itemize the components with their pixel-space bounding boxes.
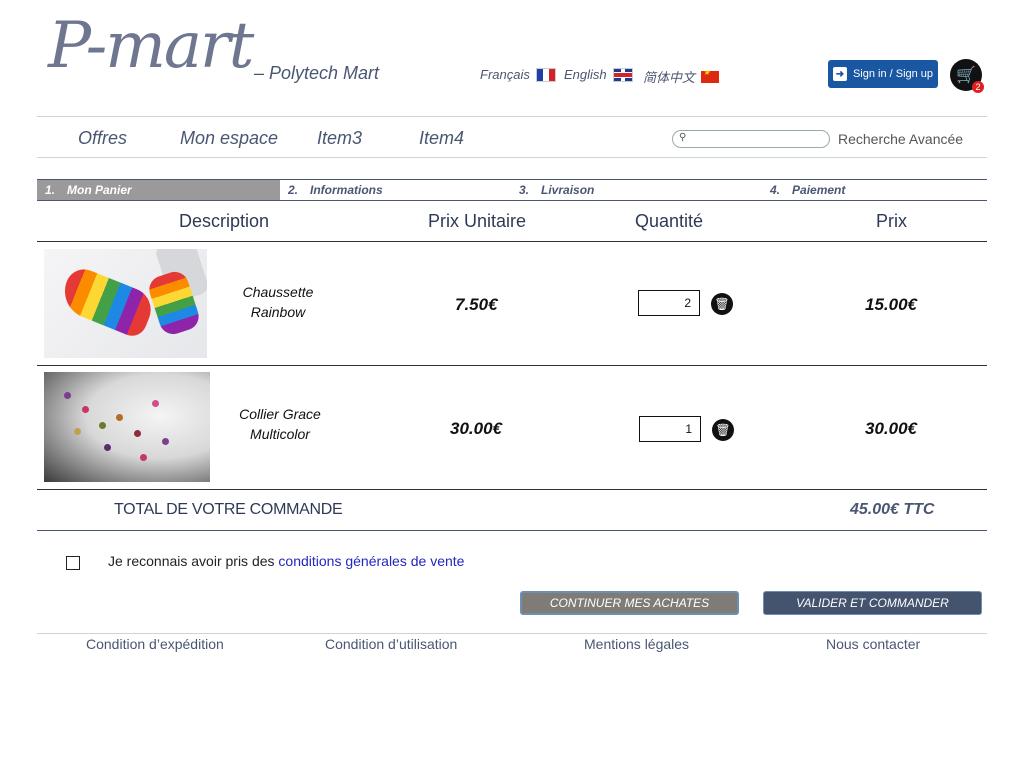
bead-shape xyxy=(64,392,71,399)
nav-offres[interactable]: Offres xyxy=(78,128,127,149)
total-value: 45.00€ TTC xyxy=(850,501,935,518)
divider xyxy=(37,116,987,117)
checkout-steps: 1. Mon Panier 2. Informations 3. Livraison … xyxy=(37,179,987,201)
header-quantity: Quantité xyxy=(635,211,704,231)
nav-item3[interactable]: Item3 xyxy=(317,128,362,149)
bead-shape xyxy=(74,428,81,435)
quantity-input[interactable]: 1 xyxy=(639,416,701,442)
step-label: Informations xyxy=(310,183,383,197)
user-login-icon: ➜ xyxy=(832,67,847,81)
search-icon: ⚲ xyxy=(679,132,687,143)
trash-icon: 🗑 xyxy=(714,297,730,311)
bead-shape xyxy=(162,438,169,445)
delete-button[interactable]: 🗑 xyxy=(712,419,734,441)
bead-shape xyxy=(104,444,111,451)
header-price: Prix xyxy=(876,211,907,231)
continue-shopping-button[interactable]: CONTINUER MES ACHATES xyxy=(520,591,739,615)
lang-english[interactable]: English xyxy=(564,67,633,82)
product-name[interactable]: Collier Grace Multicolor xyxy=(224,404,336,444)
footer-link-contact[interactable]: Nous contacter xyxy=(826,636,920,652)
step-label: Mon Panier xyxy=(67,183,132,197)
france-flag-icon xyxy=(535,67,556,82)
product-name-line: Rainbow xyxy=(250,304,306,320)
cart-count-badge: 2 xyxy=(972,81,984,93)
search-input[interactable]: ⚲ xyxy=(672,130,830,148)
terms-link[interactable]: conditions générales de vente xyxy=(278,553,464,569)
product-name[interactable]: Chaussette Rainbow xyxy=(222,282,334,322)
divider xyxy=(37,157,987,158)
lang-label: English xyxy=(564,67,607,82)
footer-link-expedition[interactable]: Condition d’expédition xyxy=(86,636,224,652)
delete-button[interactable]: 🗑 xyxy=(711,293,733,315)
step-informations: 2. Informations xyxy=(280,180,383,200)
logo[interactable]: P-mart xyxy=(48,14,254,78)
validate-order-button[interactable]: VALIDER ET COMMANDER xyxy=(763,591,982,615)
step-label: Livraison xyxy=(541,183,595,197)
header-unit-price: Prix Unitaire xyxy=(428,211,527,231)
site-subtitle: – Polytech Mart xyxy=(254,63,380,83)
step-number: 1. xyxy=(45,183,56,197)
quantity-input[interactable]: 2 xyxy=(638,290,700,316)
table-divider xyxy=(37,489,987,490)
step-number: 2. xyxy=(288,183,299,197)
signin-button[interactable]: ➜ Sign in / Sign up xyxy=(828,60,938,88)
unit-price: 7.50€ xyxy=(455,295,498,314)
product-name-line: Collier Grace xyxy=(239,406,321,422)
line-price: 15.00€ xyxy=(865,295,917,314)
nav-mon-espace[interactable]: Mon espace xyxy=(180,128,278,149)
total-label: TOTAL DE VOTRE COMMANDE xyxy=(114,501,343,518)
china-flag-icon xyxy=(701,68,720,83)
bead-shape xyxy=(134,430,141,437)
product-image-necklace[interactable] xyxy=(44,372,210,482)
lang-francais[interactable]: Français xyxy=(480,67,556,82)
lang-label: 简体中文 xyxy=(643,70,696,85)
terms-text: Je reconnais avoir pris des conditions g… xyxy=(108,553,464,569)
line-price: 30.00€ xyxy=(865,419,917,438)
step-livraison: 3. Livraison xyxy=(511,180,594,200)
nav-item4[interactable]: Item4 xyxy=(419,128,464,149)
sock-shape xyxy=(56,263,158,341)
advanced-search-link[interactable]: Recherche Avancée xyxy=(838,131,963,147)
step-mon-panier: 1. Mon Panier xyxy=(37,180,280,200)
terms-checkbox[interactable] xyxy=(66,556,80,570)
table-divider xyxy=(37,241,987,242)
step-paiement: 4. Paiement xyxy=(762,180,845,200)
lang-chinese[interactable]: 简体中文 xyxy=(643,67,720,86)
uk-flag-icon xyxy=(612,67,633,82)
bead-shape xyxy=(140,454,147,461)
table-divider xyxy=(37,365,987,366)
step-number: 4. xyxy=(770,183,781,197)
terms-label: Je reconnais avoir pris des xyxy=(108,553,279,569)
bead-shape xyxy=(152,400,159,407)
signin-label: Sign in / Sign up xyxy=(852,68,934,80)
bead-shape xyxy=(99,422,106,429)
trash-icon: 🗑 xyxy=(715,423,731,437)
header-description: Description xyxy=(179,211,270,231)
step-number: 3. xyxy=(519,183,530,197)
bead-shape xyxy=(82,406,89,413)
footer-link-mentions[interactable]: Mentions légales xyxy=(584,636,689,652)
footer-link-utilisation[interactable]: Condition d’utilisation xyxy=(325,636,457,652)
lang-label: Français xyxy=(480,67,530,82)
divider xyxy=(37,633,987,634)
product-image-socks[interactable] xyxy=(44,249,207,358)
step-label: Paiement xyxy=(792,183,846,197)
unit-price: 30.00€ xyxy=(450,419,502,438)
table-divider xyxy=(37,530,987,531)
product-name-line: Multicolor xyxy=(250,426,310,442)
bead-shape xyxy=(116,414,123,421)
product-name-line: Chaussette xyxy=(242,284,314,300)
cart-button[interactable]: 🛒 2 xyxy=(950,59,984,93)
